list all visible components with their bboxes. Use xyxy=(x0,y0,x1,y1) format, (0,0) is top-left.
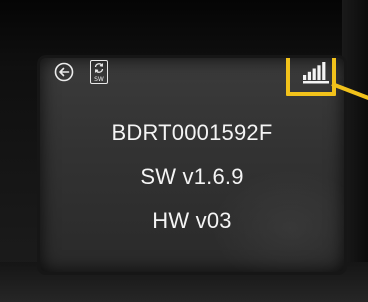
signal-baseline xyxy=(303,81,329,84)
serial-number: BDRT0001592F xyxy=(111,120,273,145)
signal-strength-icon xyxy=(303,62,329,84)
software-version: SW v1.6.9 xyxy=(140,164,244,189)
device-photo: SW BDRT0001592F SW v1.6.9 HW v03 xyxy=(0,0,368,302)
sw-icon-label: SW xyxy=(94,76,104,83)
lcd-screen: SW BDRT0001592F SW v1.6.9 HW v03 xyxy=(40,58,344,272)
signal-bar xyxy=(322,62,326,80)
software-update-icon[interactable]: SW xyxy=(90,60,108,84)
signal-bar xyxy=(312,68,316,80)
signal-bar xyxy=(317,65,321,81)
hardware-version: HW v03 xyxy=(152,208,232,233)
device-bezel-right xyxy=(342,0,368,302)
back-arrow-circle-icon[interactable] xyxy=(54,62,74,82)
signal-bar xyxy=(307,71,311,81)
refresh-arrows-icon xyxy=(94,63,104,73)
signal-bar xyxy=(303,75,307,80)
signal-highlight-box xyxy=(286,58,336,96)
